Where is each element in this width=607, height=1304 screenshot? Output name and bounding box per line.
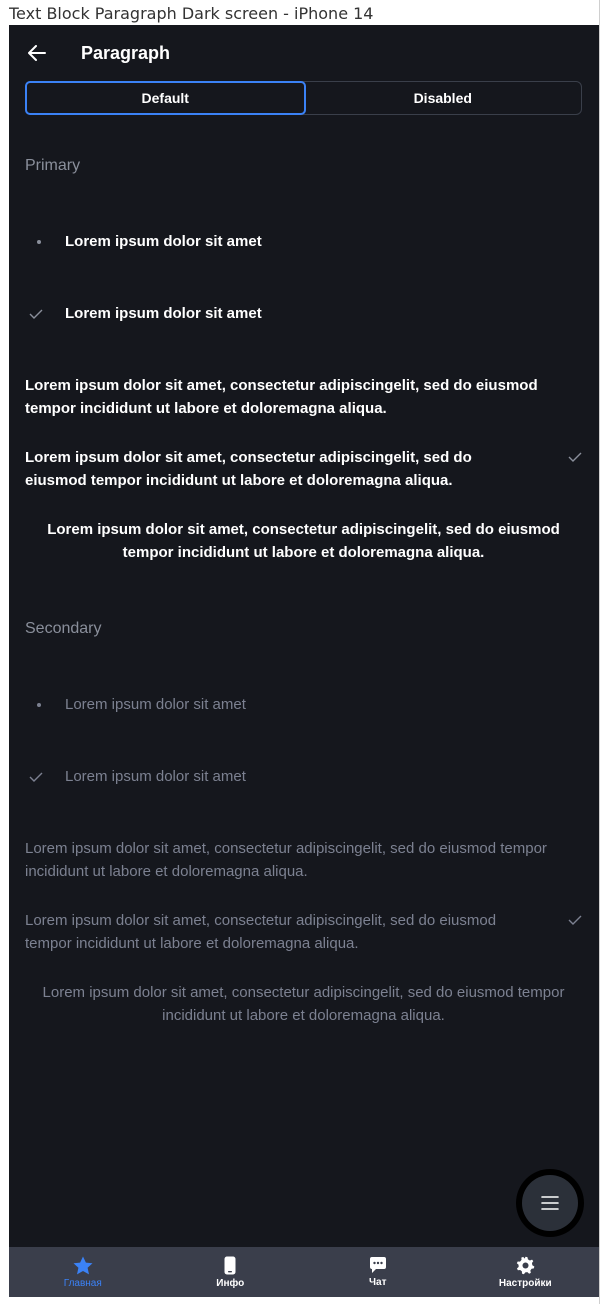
- list-item-bullet-secondary: Lorem ipsum dolor sit amet: [25, 693, 582, 716]
- frame-border: [599, 0, 600, 1304]
- paragraph-check-secondary: Lorem ipsum dolor sit amet, consectetur …: [25, 909, 582, 955]
- paragraph-check-text: Lorem ipsum dolor sit amet, consectetur …: [25, 912, 497, 952]
- segmented-control: Default Disabled: [25, 81, 582, 115]
- paragraph-center-secondary: Lorem ipsum dolor sit amet, consectetur …: [42, 984, 565, 1024]
- tabbar-item-chat[interactable]: Чат: [304, 1247, 452, 1297]
- star-icon: [73, 1256, 93, 1274]
- check-icon: [29, 309, 43, 319]
- check-icon: [568, 915, 582, 925]
- bullet-text: Lorem ipsum dolor sit amet: [65, 233, 262, 250]
- paragraph-center-primary: Lorem ipsum dolor sit amet, consectetur …: [47, 521, 560, 561]
- tabbar-item-info[interactable]: Инфо: [157, 1247, 305, 1297]
- paragraph-primary: Lorem ipsum dolor sit amet, consectetur …: [25, 377, 538, 417]
- menu-fab-button[interactable]: [516, 1169, 584, 1237]
- check-icon: [568, 452, 582, 462]
- bullet-text: Lorem ipsum dolor sit amet: [65, 696, 246, 713]
- check-icon: [29, 772, 43, 782]
- phone-screen: Paragraph Default Disabled Primary Lorem…: [9, 25, 599, 1297]
- frame-title: Text Block Paragraph Dark screen - iPhon…: [9, 4, 374, 23]
- bullet-icon: [37, 702, 41, 707]
- phone-icon: [224, 1256, 236, 1274]
- header: Paragraph: [9, 25, 599, 81]
- paragraph-check-text: Lorem ipsum dolor sit amet, consectetur …: [25, 449, 472, 489]
- section-label-secondary: Secondary: [25, 620, 102, 637]
- chat-icon: [369, 1257, 386, 1273]
- tab-default[interactable]: Default: [25, 81, 306, 115]
- list-item-check-primary: Lorem ipsum dolor sit amet: [25, 302, 582, 325]
- tabbar-item-settings[interactable]: Настройки: [452, 1247, 600, 1297]
- check-text: Lorem ipsum dolor sit amet: [65, 768, 246, 785]
- arrow-left-icon: [28, 45, 46, 61]
- page-title: Paragraph: [81, 43, 171, 63]
- back-button[interactable]: [25, 41, 49, 65]
- tabbar-label: Чат: [369, 1277, 387, 1288]
- section-label-primary: Primary: [25, 157, 81, 174]
- tabbar-label: Настройки: [498, 1277, 552, 1289]
- bottom-tab-bar: Главная Инфо Чат Настройки: [9, 1247, 599, 1297]
- tabbar-label: Главная: [63, 1277, 102, 1289]
- check-text: Lorem ipsum dolor sit amet: [65, 305, 262, 322]
- list-item-check-secondary: Lorem ipsum dolor sit amet: [25, 765, 582, 788]
- paragraph-secondary: Lorem ipsum dolor sit amet, consectetur …: [25, 840, 547, 880]
- tabbar-label: Инфо: [216, 1277, 245, 1289]
- gear-icon: [516, 1256, 535, 1274]
- tabbar-item-home[interactable]: Главная: [9, 1247, 157, 1297]
- tab-disabled[interactable]: Disabled: [305, 82, 582, 114]
- bullet-icon: [37, 239, 41, 244]
- menu-icon: [541, 1196, 559, 1210]
- paragraph-check-primary: Lorem ipsum dolor sit amet, consectetur …: [25, 446, 582, 492]
- list-item-bullet-primary: Lorem ipsum dolor sit amet: [25, 230, 582, 253]
